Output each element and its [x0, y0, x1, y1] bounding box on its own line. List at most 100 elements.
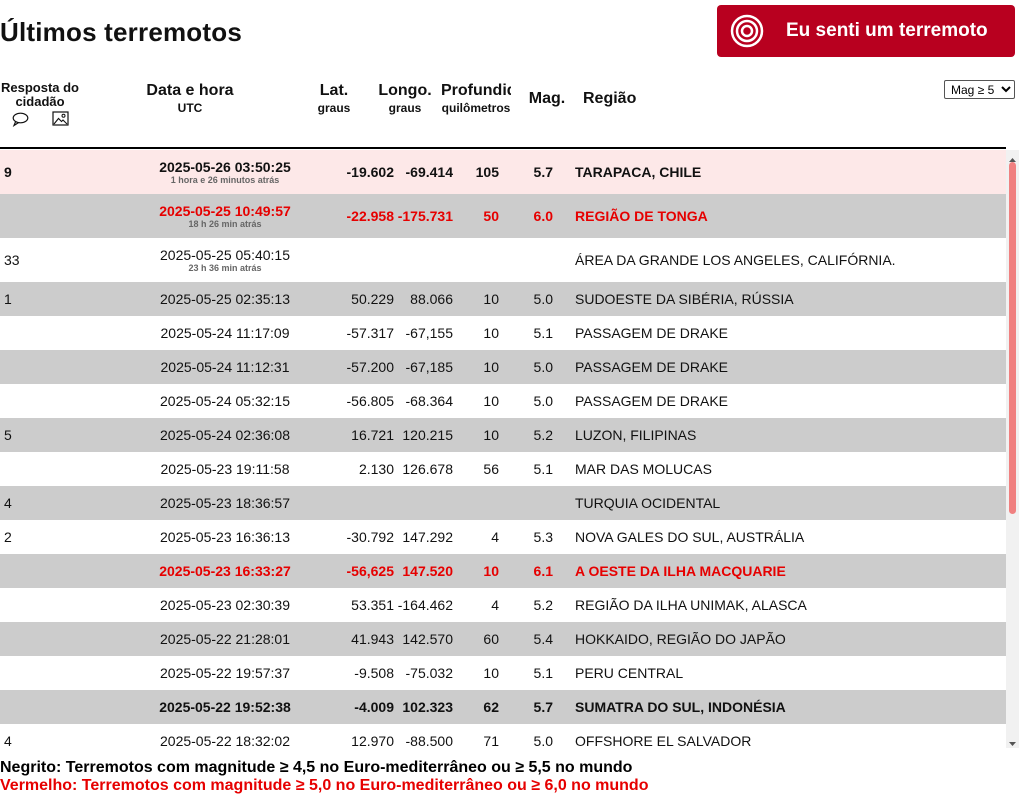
- cell-lat: -22.958: [346, 208, 394, 224]
- table-row[interactable]: 2025-05-25 10:49:57 18 h 26 min atrás -22.…: [0, 194, 1006, 238]
- table-row[interactable]: 2025-05-22 19:57:37 -9.508 -75.032 10 5.1 PER…: [0, 656, 1006, 690]
- cell-depth: 4: [491, 529, 499, 545]
- cell-date: 2025-05-24 11:17:09: [150, 316, 300, 350]
- cell-region: PASSAGEM DE DRAKE: [575, 393, 729, 409]
- cell-date: 2025-05-25 10:49:57 18 h 26 min atrás: [150, 194, 300, 238]
- header-lat[interactable]: Lat. graus: [312, 82, 356, 115]
- table-row[interactable]: 1 2025-05-25 02:35:13 50.229 88.066 10 5.0 SUD…: [0, 282, 1006, 316]
- cell-date-value[interactable]: 2025-05-22 21:28:01: [160, 631, 290, 647]
- table-row[interactable]: 33 2025-05-25 05:40:15 23 h 36 min atrás ÁR…: [0, 238, 1006, 282]
- table-row[interactable]: 2 2025-05-23 16:36:13 -30.792 147.292 4 5.3 NO…: [0, 520, 1006, 554]
- magnitude-filter-select[interactable]: Mag ≥ 5: [944, 80, 1015, 99]
- cell-response: 1: [4, 291, 12, 307]
- header-region[interactable]: Região: [583, 90, 637, 108]
- cell-lon: -75.032: [405, 665, 453, 681]
- cell-date-value[interactable]: 2025-05-24 11:17:09: [161, 325, 290, 341]
- cell-date-ago: 1 hora e 26 minutos atrás: [170, 175, 280, 185]
- table-row[interactable]: 2025-05-22 21:28:01 41.943 142.570 60 5.4 HOK…: [0, 622, 1006, 656]
- cell-date-value[interactable]: 2025-05-24 05:32:15: [160, 393, 290, 409]
- table-row[interactable]: 2025-05-23 19:11:58 2.130 126.678 56 5.1 MAR …: [0, 452, 1006, 486]
- cell-magnitude: [520, 238, 553, 282]
- header-lat-sub: graus: [317, 101, 351, 115]
- cell-magnitude: 6.1: [533, 563, 553, 579]
- cell-lon: 102.323: [402, 699, 453, 715]
- cell-date-value[interactable]: 2025-05-26 03:50:25: [159, 159, 291, 175]
- table-row[interactable]: 2025-05-23 02:30:39 53.351 -164.462 4 5.2 REG…: [0, 588, 1006, 622]
- cell-date-ago: 18 h 26 min atrás: [188, 219, 262, 229]
- cell-depth: 62: [483, 699, 499, 715]
- cell-magnitude: 6.0: [533, 208, 553, 224]
- cell-magnitude: 5.0: [533, 359, 553, 375]
- felt-earthquake-label: Eu senti um terremoto: [786, 20, 988, 41]
- table-row[interactable]: 5 2025-05-24 02:36:08 16.721 120.215 10 5.2 LU…: [0, 418, 1006, 452]
- table-row[interactable]: 2025-05-24 11:17:09 -57.317 -67,155 10 5.1 PA…: [0, 316, 1006, 350]
- cell-depth: 105: [475, 164, 499, 180]
- cell-lon: -69.414: [405, 164, 453, 180]
- cell-lon: -164.462: [397, 597, 453, 613]
- cell-lat: 41.943: [351, 631, 394, 647]
- cell-magnitude: 5.3: [533, 529, 553, 545]
- header-date[interactable]: Data e hora UTC: [145, 82, 235, 115]
- cell-response: 2: [4, 529, 12, 545]
- cell-region: TURQUIA OCIDENTAL: [575, 495, 721, 511]
- cell-lat: 50.229: [351, 291, 394, 307]
- cell-region: REGIÃO DA ILHA UNIMAK, ALASCA: [575, 597, 807, 613]
- table-row[interactable]: 4 2025-05-22 18:32:02 12.970 -88.500 71 5.0 OF…: [0, 724, 1006, 748]
- picture-icon[interactable]: [52, 111, 69, 131]
- cell-date-value[interactable]: 2025-05-23 02:30:39: [160, 597, 290, 613]
- cell-lon: 147.520: [402, 563, 453, 579]
- cell-date-value[interactable]: 2025-05-23 16:33:27: [159, 563, 291, 579]
- table-row[interactable]: 2025-05-24 05:32:15 -56.805 -68.364 10 5.0 PA…: [0, 384, 1006, 418]
- scrollbar-thumb[interactable]: [1009, 162, 1016, 514]
- table-row[interactable]: 2025-05-23 16:33:27 -56,625 147.520 10 6.1 A …: [0, 554, 1006, 588]
- cell-lon: -175.731: [397, 208, 453, 224]
- scroll-down-arrow-icon[interactable]: [1006, 736, 1019, 746]
- cell-date-value[interactable]: 2025-05-24 11:12:31: [161, 359, 290, 375]
- scroll-up-arrow-icon[interactable]: [1006, 152, 1019, 162]
- cell-lon: -88.500: [405, 733, 453, 748]
- cell-date-value[interactable]: 2025-05-25 10:49:57: [159, 203, 291, 219]
- header-region-label: Região: [583, 90, 637, 107]
- cell-date-value[interactable]: 2025-05-22 18:32:02: [160, 733, 290, 748]
- table-row[interactable]: 4 2025-05-23 18:36:57 TURQUIA OCIDENTAL: [0, 486, 1006, 520]
- cell-region: NOVA GALES DO SUL, AUSTRÁLIA: [575, 529, 805, 545]
- cell-date-value[interactable]: 2025-05-24 02:36:08: [160, 427, 290, 443]
- table-header: Resposta do cidadão Data e hora UTC Lat.…: [0, 78, 1019, 148]
- table-scrollbar[interactable]: [1006, 150, 1019, 748]
- table-row[interactable]: 9 2025-05-26 03:50:25 1 hora e 26 minutos …: [0, 150, 1006, 194]
- cell-date-value[interactable]: 2025-05-22 19:52:38: [159, 699, 291, 715]
- header-response[interactable]: Resposta do cidadão: [0, 81, 80, 109]
- cell-date-value[interactable]: 2025-05-23 18:36:57: [160, 495, 290, 511]
- cell-lat: 53.351: [351, 597, 394, 613]
- header-depth-sub: quilômetros: [441, 101, 511, 115]
- cell-date-value[interactable]: 2025-05-25 02:35:13: [160, 291, 290, 307]
- cell-date-value[interactable]: 2025-05-22 19:57:37: [160, 665, 290, 681]
- header-depth[interactable]: Profundid quilômetros: [441, 82, 511, 115]
- header-lon-sub: graus: [388, 101, 422, 115]
- cell-lon: -67,185: [405, 359, 453, 375]
- cell-response: 5: [4, 427, 12, 443]
- cell-date-value[interactable]: 2025-05-23 16:36:13: [160, 529, 290, 545]
- cell-region: A OESTE DA ILHA MACQUARIE: [575, 563, 786, 579]
- cell-date-value[interactable]: 2025-05-23 19:11:58: [161, 461, 290, 477]
- cell-lat: -30.792: [346, 529, 394, 545]
- cell-lat: -56,625: [346, 563, 394, 579]
- cell-region: PASSAGEM DE DRAKE: [575, 325, 729, 341]
- cell-depth: 50: [483, 208, 499, 224]
- felt-earthquake-button[interactable]: Eu senti um terremoto: [717, 5, 1015, 57]
- header-lon[interactable]: Longo. graus: [376, 82, 434, 115]
- cell-date-value[interactable]: 2025-05-25 05:40:15: [160, 247, 290, 263]
- cell-lat: -9.508: [354, 665, 394, 681]
- cell-magnitude: 5.0: [533, 733, 553, 748]
- header-lon-label: Longo.: [378, 82, 432, 99]
- table-row[interactable]: 2025-05-24 11:12:31 -57.200 -67,185 10 5.0 PA…: [0, 350, 1006, 384]
- cell-date: 2025-05-26 03:50:25 1 hora e 26 minutos a…: [150, 150, 300, 194]
- header-mag[interactable]: Mag.: [527, 90, 567, 108]
- cell-region: PASSAGEM DE DRAKE: [575, 359, 729, 375]
- comment-icon[interactable]: [12, 112, 29, 132]
- cell-magnitude: [520, 486, 553, 520]
- header-date-label: Data e hora: [146, 82, 234, 99]
- cell-date: 2025-05-24 02:36:08: [150, 418, 300, 452]
- table-row[interactable]: 2025-05-22 19:52:38 -4.009 102.323 62 5.7 SUM…: [0, 690, 1006, 724]
- cell-response: 4: [4, 733, 12, 748]
